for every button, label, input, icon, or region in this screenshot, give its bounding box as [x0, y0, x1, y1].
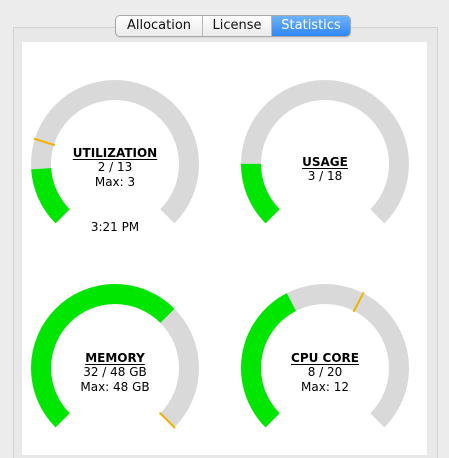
memory-title: MEMORY — [85, 351, 145, 365]
tab-bar: Allocation License Statistics — [115, 15, 351, 37]
utilization-gauge: UTILIZATION 2 / 13 Max: 3 3:21 PM — [30, 79, 200, 249]
cpu-core-title: CPU CORE — [291, 351, 359, 365]
cpu-core-gauge: CPU CORE 8 / 20 Max: 12 — [240, 283, 410, 453]
memory-value: 32 / 48 GB — [83, 365, 147, 379]
usage-value: 3 / 18 — [307, 169, 343, 183]
memory-gauge: MEMORY 32 / 48 GB Max: 48 GB — [30, 283, 200, 453]
utilization-max: Max: 3 — [94, 175, 136, 189]
utilization-time: 3:21 PM — [90, 220, 140, 234]
tab-allocation[interactable]: Allocation — [116, 16, 202, 36]
usage-track — [241, 80, 409, 224]
cpu-core-value: 8 / 20 — [307, 365, 343, 379]
tab-statistics[interactable]: Statistics — [271, 16, 350, 36]
tab-license[interactable]: License — [202, 16, 271, 36]
usage-title: USAGE — [302, 155, 348, 169]
memory-max: Max: 48 GB — [80, 380, 150, 394]
cpu-core-max: Max: 12 — [301, 380, 349, 394]
utilization-value: 2 / 13 — [97, 160, 133, 174]
usage-gauge: USAGE 3 / 18 — [240, 79, 410, 249]
utilization-title: UTILIZATION — [72, 146, 158, 160]
